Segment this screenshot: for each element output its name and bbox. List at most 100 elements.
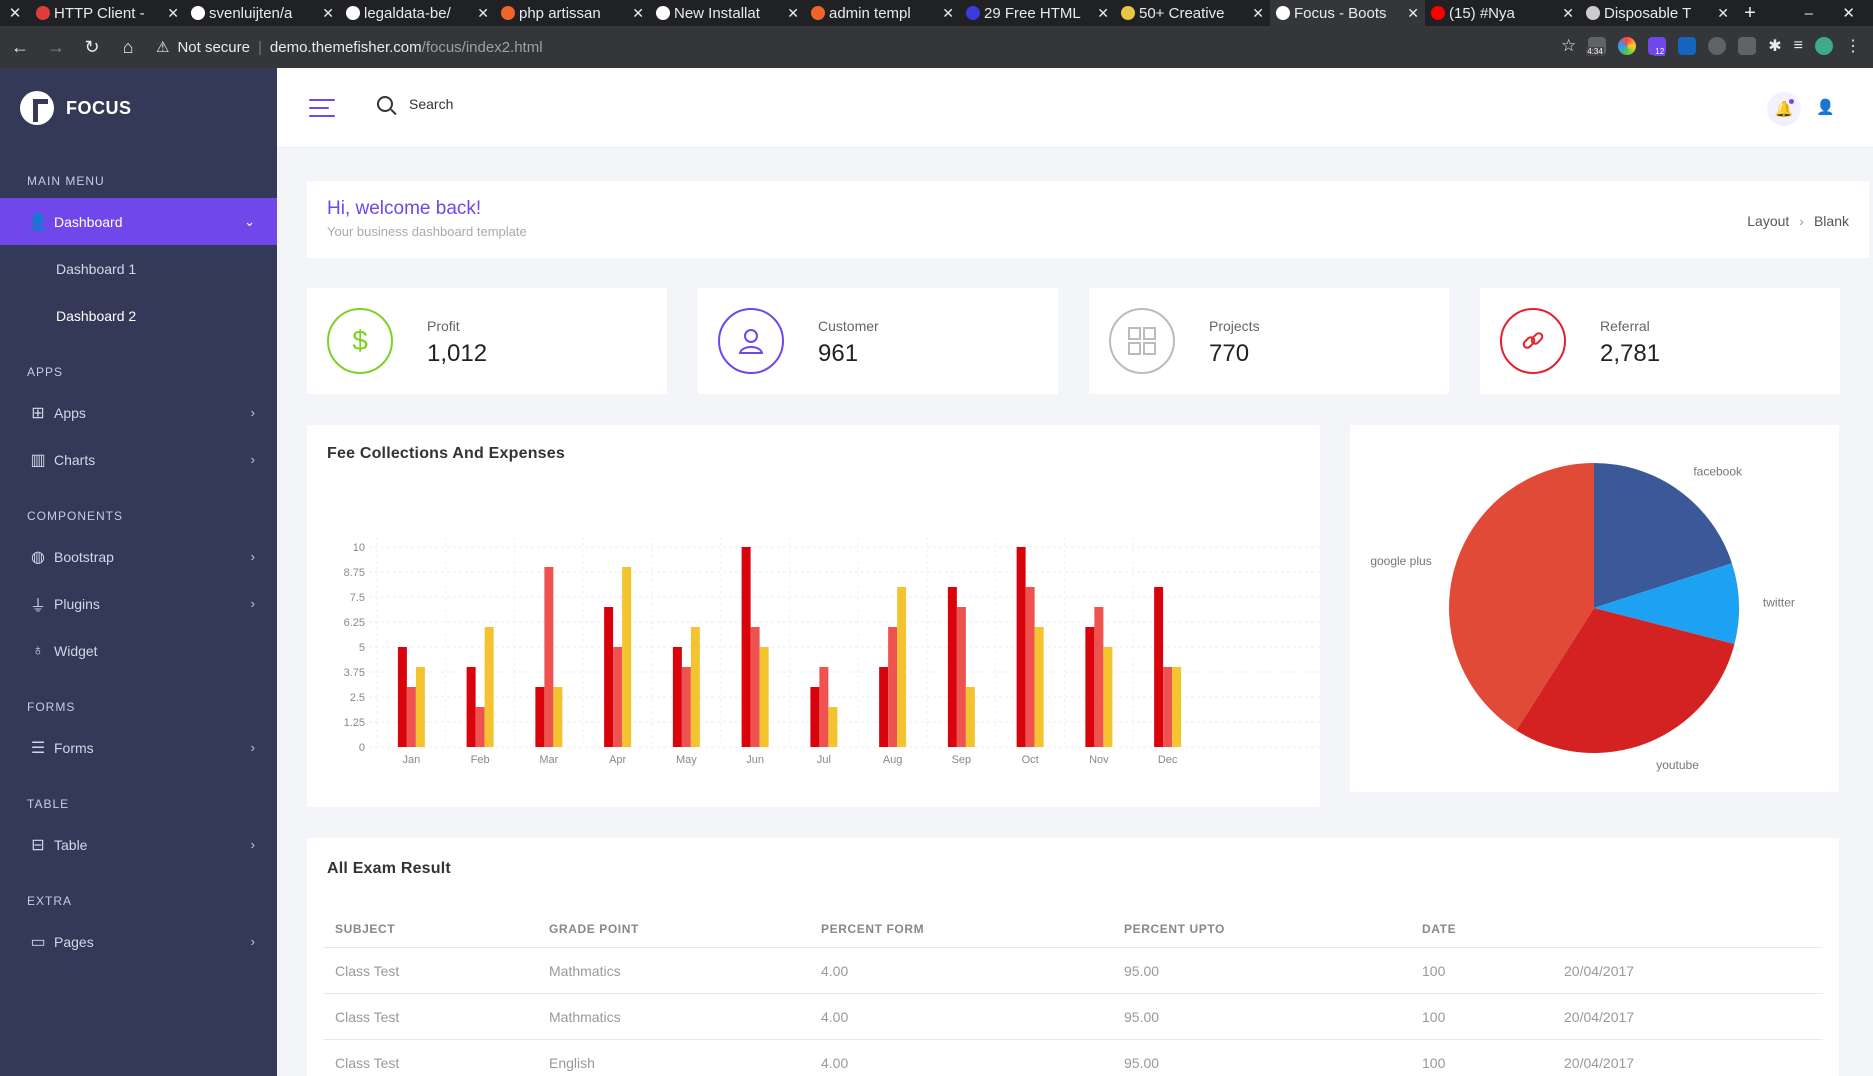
- x-tick-label: Feb: [471, 754, 490, 766]
- bar-aug-s1: [879, 667, 889, 747]
- sidebar-item-widget[interactable]: ♁ Widget: [0, 627, 277, 674]
- browser-tab[interactable]: svenluijten/a ✕: [185, 0, 340, 26]
- browser-tab[interactable]: legaldata-be/ ✕: [340, 0, 495, 26]
- fee-bar-chart: 0 1.25 2.5 3.75 5 6.25 7.5 8.75 10 Jan Feb Mar Apr Ma…: [344, 537, 1320, 766]
- stat-value: 770: [1209, 340, 1250, 367]
- extension-color-icon[interactable]: [1618, 37, 1637, 55]
- extension-pocket-icon[interactable]: [1738, 37, 1757, 55]
- bar-jun-s1: [741, 547, 751, 747]
- forward-icon[interactable]: →: [40, 31, 72, 63]
- stat-label: Customer: [818, 318, 879, 334]
- more-menu-icon[interactable]: ⋮: [1845, 36, 1861, 56]
- close-window-icon[interactable]: ✕: [1842, 0, 1855, 26]
- tab-close-icon[interactable]: ✕: [1407, 5, 1419, 22]
- cell-extra: 20/04/2017: [1564, 1054, 1635, 1071]
- browser-tab[interactable]: php artissan ✕: [495, 0, 650, 26]
- tab-close-icon[interactable]: ✕: [322, 5, 334, 22]
- browser-tab[interactable]: New Installat ✕: [650, 0, 805, 26]
- sidebar-item-table[interactable]: ⊟ Table ›: [0, 821, 277, 868]
- minimize-icon[interactable]: –: [1805, 0, 1813, 26]
- header-date: DATE: [1422, 921, 1457, 936]
- bar-jan-s2: [406, 687, 416, 747]
- search-box[interactable]: Search: [377, 96, 453, 112]
- sidebar-item-apps[interactable]: ⊞ Apps ›: [0, 389, 277, 436]
- home-icon[interactable]: ⌂: [112, 31, 144, 63]
- sidebar-item-forms[interactable]: ☰ Forms ›: [0, 724, 277, 771]
- bar-may-s3: [690, 627, 700, 747]
- url-host: demo.themefisher.com: [269, 38, 422, 56]
- user-account-icon[interactable]: 👤: [1816, 98, 1835, 116]
- bar-dec-s2: [1163, 667, 1173, 747]
- star-icon[interactable]: ☆: [1561, 36, 1576, 56]
- tab-close-icon[interactable]: ✕: [942, 5, 954, 22]
- new-tab-button[interactable]: +: [1735, 0, 1765, 26]
- bar-feb-s1: [466, 667, 476, 747]
- tab-close-icon[interactable]: ✕: [477, 5, 489, 22]
- tab-close-icon[interactable]: ✕: [632, 5, 644, 22]
- bar-apr-s1: [604, 607, 614, 747]
- extension-sync-icon[interactable]: [1708, 37, 1727, 55]
- tab-favicon-icon: [811, 6, 825, 20]
- back-icon[interactable]: ←: [4, 31, 36, 63]
- sidebar-item-dashboard[interactable]: 👤 Dashboard ⌄: [0, 198, 277, 245]
- reload-icon[interactable]: ↻: [76, 31, 108, 63]
- bar-sep-s3: [965, 687, 975, 747]
- x-tick-label: May: [676, 754, 697, 766]
- stat-card-referral: Referral 2,781: [1480, 288, 1840, 394]
- profile-avatar[interactable]: [1815, 37, 1833, 55]
- bar-mar-s3: [553, 687, 563, 747]
- browser-tab[interactable]: 50+ Creative ✕: [1115, 0, 1270, 26]
- tab-close-icon[interactable]: ✕: [787, 5, 799, 22]
- sidebar-item-dashboard-2[interactable]: Dashboard 2: [0, 292, 277, 339]
- pie-label: facebook: [1693, 464, 1743, 478]
- tab-close-icon[interactable]: ✕: [1097, 5, 1109, 22]
- tab-close-icon[interactable]: ✕: [1252, 5, 1264, 22]
- puzzle-icon[interactable]: ✱: [1768, 36, 1781, 56]
- chevron-right-icon: ›: [250, 405, 255, 420]
- sidebar-item-pages[interactable]: ▭ Pages ›: [0, 918, 277, 965]
- hamburger-menu-icon[interactable]: [309, 99, 335, 117]
- x-tick-label: Sep: [952, 754, 972, 766]
- browser-tab[interactable]: admin templ ✕: [805, 0, 960, 26]
- sidebar-item-charts[interactable]: ▥ Charts ›: [0, 436, 277, 483]
- x-tick-label: Nov: [1089, 754, 1109, 766]
- tab-close-icon[interactable]: ✕: [1717, 5, 1729, 22]
- pie-label: google plus: [1370, 554, 1431, 568]
- chevron-right-icon: ›: [250, 596, 255, 611]
- browser-tab[interactable]: (15) #Nya ✕: [1425, 0, 1580, 26]
- bar-sep-s2: [956, 607, 966, 747]
- header-grade-point: GRADE POINT: [549, 921, 639, 936]
- brand[interactable]: FOCUS: [0, 68, 277, 148]
- sidebar-item-plugins[interactable]: ⏚ Plugins ›: [0, 580, 277, 627]
- sidebar-item-dashboard-1[interactable]: Dashboard 1: [0, 245, 277, 292]
- close-icon[interactable]: ✕: [0, 0, 30, 26]
- bar-oct-s2: [1025, 587, 1035, 747]
- x-tick-label: Dec: [1158, 754, 1178, 766]
- widget-icon: ♁: [32, 641, 44, 659]
- y-tick-label: 5: [359, 642, 365, 654]
- cell-date: 100: [1422, 962, 1446, 979]
- browser-tab[interactable]: HTTP Client - ✕: [30, 0, 185, 26]
- extension-bookmark-icon[interactable]: [1678, 37, 1697, 55]
- tab-strip: HTTP Client - ✕ svenluijten/a ✕ legaldata-be…: [30, 0, 1735, 26]
- browser-tab[interactable]: 29 Free HTML ✕: [960, 0, 1115, 26]
- browser-tab[interactable]: Disposable T ✕: [1580, 0, 1735, 26]
- y-tick-label: 0: [359, 742, 365, 754]
- tab-close-icon[interactable]: ✕: [167, 5, 179, 22]
- extension-shield-icon[interactable]: 12: [1648, 37, 1667, 56]
- cell-grade-point: Mathmatics: [549, 962, 621, 979]
- tab-close-icon[interactable]: ✕: [1562, 5, 1574, 22]
- chevron-right-icon: ›: [1799, 213, 1804, 229]
- browser-tab[interactable]: Focus - Boots ✕: [1270, 0, 1425, 26]
- x-tick-label: Apr: [609, 754, 626, 766]
- section-table: TABLE: [27, 797, 70, 811]
- y-tick-label: 1.25: [344, 717, 365, 729]
- breadcrumb: Layout › Blank: [1747, 213, 1849, 229]
- omnibox[interactable]: ⚠ Not secure | demo.themefisher.com/focu…: [156, 32, 543, 62]
- link-icon: [1500, 308, 1566, 374]
- notification-bell-icon[interactable]: 🔔: [1767, 92, 1801, 126]
- reading-list-icon[interactable]: ≡: [1794, 37, 1803, 55]
- breadcrumb-layout[interactable]: Layout: [1747, 213, 1789, 229]
- extension-timer-icon[interactable]: 4:34: [1586, 37, 1607, 56]
- sidebar-item-bootstrap[interactable]: ◍ Bootstrap ›: [0, 533, 277, 580]
